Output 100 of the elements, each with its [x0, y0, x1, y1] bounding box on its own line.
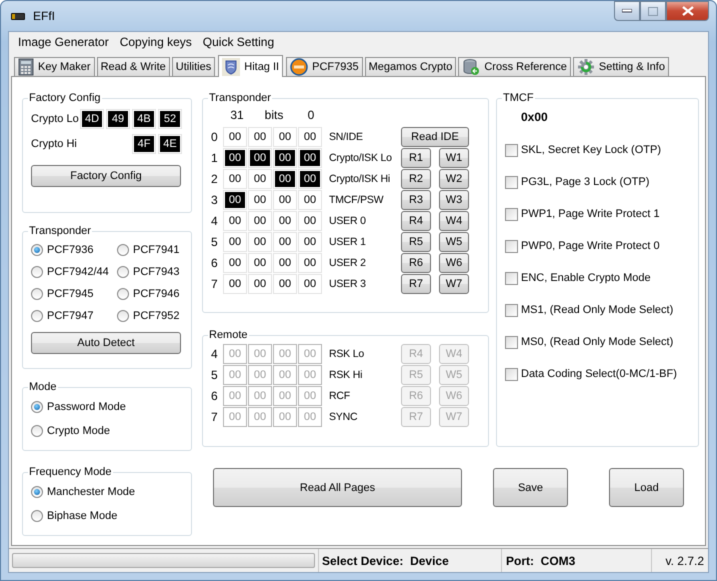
- read-button[interactable]: Read IDE: [401, 126, 469, 146]
- write-button[interactable]: W5: [439, 232, 469, 252]
- read-button[interactable]: R5: [401, 232, 431, 252]
- read-button[interactable]: R2: [401, 168, 431, 188]
- checkbox-option[interactable]: PWP0, Page Write Protect 0: [505, 230, 690, 262]
- read-button[interactable]: R7: [401, 274, 431, 294]
- radio-option[interactable]: PCF7941: [117, 239, 183, 261]
- byte-field[interactable]: 00: [273, 232, 297, 252]
- checkbox-option[interactable]: PWP1, Page Write Protect 1: [505, 198, 690, 230]
- byte-field[interactable]: 00: [223, 148, 247, 168]
- radio-option[interactable]: PCF7946: [117, 283, 183, 305]
- byte-field[interactable]: 00: [298, 126, 322, 146]
- tab[interactable]: Cross Reference: [458, 57, 571, 76]
- radio-option[interactable]: Manchester Mode: [31, 480, 183, 504]
- byte-field[interactable]: 00: [248, 168, 272, 188]
- byte-field[interactable]: 00: [248, 232, 272, 252]
- checkbox-option[interactable]: MS0, (Read Only Mode Select): [505, 326, 690, 358]
- write-button[interactable]: W3: [439, 190, 469, 210]
- load-button[interactable]: Load: [609, 468, 684, 507]
- checkbox[interactable]: [505, 272, 518, 284]
- byte-field[interactable]: 00: [248, 274, 272, 294]
- checkbox[interactable]: [505, 176, 518, 188]
- checkbox[interactable]: [505, 336, 518, 348]
- menu-item[interactable]: Copying keys: [120, 35, 192, 54]
- byte-field[interactable]: 00: [298, 148, 322, 168]
- radio-option[interactable]: Crypto Mode: [31, 419, 183, 443]
- close-button[interactable]: [666, 1, 709, 21]
- byte-field[interactable]: 00: [223, 190, 247, 210]
- byte-field[interactable]: 00: [298, 168, 322, 188]
- byte-field[interactable]: 00: [273, 190, 297, 210]
- byte-field[interactable]: 00: [248, 210, 272, 230]
- checkbox-option[interactable]: MS1, (Read Only Mode Select): [505, 294, 690, 326]
- radio-option[interactable]: PCF7943: [117, 261, 183, 283]
- radio-button[interactable]: [31, 310, 43, 322]
- read-button[interactable]: R1: [401, 148, 431, 168]
- radio-button[interactable]: [31, 425, 43, 437]
- read-button[interactable]: R4: [401, 210, 431, 230]
- byte-field[interactable]: 00: [273, 148, 297, 168]
- radio-option[interactable]: PCF7952: [117, 305, 183, 327]
- minimize-button[interactable]: [614, 1, 640, 21]
- checkbox[interactable]: [505, 240, 518, 252]
- radio-button[interactable]: [31, 401, 43, 413]
- byte-field[interactable]: 00: [298, 252, 322, 272]
- tab[interactable]: Utilities: [172, 57, 216, 76]
- byte-field[interactable]: 4D: [80, 108, 104, 128]
- menu-item[interactable]: Quick Setting: [202, 35, 274, 54]
- factory-config-button[interactable]: Factory Config: [31, 165, 181, 187]
- write-button[interactable]: W7: [439, 274, 469, 294]
- radio-button[interactable]: [117, 288, 129, 300]
- checkbox[interactable]: [505, 144, 518, 156]
- radio-option[interactable]: PCF7945: [31, 283, 117, 305]
- checkbox[interactable]: [505, 368, 518, 380]
- tab[interactable]: PCF7935: [286, 57, 363, 76]
- byte-field[interactable]: 00: [273, 126, 297, 146]
- byte-field[interactable]: 52: [158, 108, 182, 128]
- byte-field[interactable]: 00: [223, 232, 247, 252]
- save-button[interactable]: Save: [493, 468, 568, 507]
- radio-option[interactable]: Password Mode: [31, 395, 183, 419]
- write-button[interactable]: W2: [439, 168, 469, 188]
- tab[interactable]: Megamos Crypto: [364, 57, 456, 76]
- read-button[interactable]: R3: [401, 190, 431, 210]
- byte-field[interactable]: 00: [298, 232, 322, 252]
- radio-button[interactable]: [31, 510, 43, 522]
- write-button[interactable]: W1: [439, 148, 469, 168]
- write-button[interactable]: W4: [439, 210, 469, 230]
- radio-button[interactable]: [117, 266, 129, 278]
- byte-field[interactable]: 00: [248, 126, 272, 146]
- byte-field[interactable]: 4B: [132, 108, 156, 128]
- byte-field[interactable]: 00: [273, 252, 297, 272]
- radio-button[interactable]: [31, 244, 43, 256]
- menu-item[interactable]: Image Generator: [18, 35, 109, 54]
- radio-option[interactable]: PCF7936: [31, 239, 117, 261]
- radio-button[interactable]: [31, 266, 43, 278]
- byte-field[interactable]: 00: [298, 190, 322, 210]
- read-button[interactable]: R6: [401, 252, 431, 272]
- checkbox[interactable]: [505, 208, 518, 220]
- byte-field[interactable]: 00: [223, 168, 247, 188]
- auto-detect-button[interactable]: Auto Detect: [31, 332, 181, 354]
- radio-option[interactable]: PCF7947: [31, 305, 117, 327]
- radio-button[interactable]: [117, 310, 129, 322]
- byte-field[interactable]: 00: [298, 274, 322, 294]
- byte-field[interactable]: 00: [223, 274, 247, 294]
- radio-option[interactable]: Biphase Mode: [31, 504, 183, 528]
- byte-field[interactable]: 00: [223, 126, 247, 146]
- byte-field[interactable]: 00: [223, 252, 247, 272]
- byte-field[interactable]: 00: [223, 210, 247, 230]
- checkbox-option[interactable]: SKL, Secret Key Lock (OTP): [505, 134, 690, 166]
- radio-option[interactable]: PCF7942/44: [31, 261, 117, 283]
- checkbox-option[interactable]: Data Coding Select(0-MC/1-BF): [505, 358, 690, 390]
- radio-button[interactable]: [117, 244, 129, 256]
- byte-field[interactable]: 00: [273, 210, 297, 230]
- byte-field[interactable]: 00: [248, 190, 272, 210]
- checkbox[interactable]: [505, 304, 518, 316]
- checkbox-option[interactable]: ENC, Enable Crypto Mode: [505, 262, 690, 294]
- byte-field[interactable]: 49: [106, 108, 130, 128]
- byte-field[interactable]: 00: [298, 210, 322, 230]
- write-button[interactable]: W6: [439, 252, 469, 272]
- checkbox-option[interactable]: PG3L, Page 3 Lock (OTP): [505, 166, 690, 198]
- tab[interactable]: Key Maker: [14, 57, 95, 76]
- byte-field[interactable]: 00: [273, 274, 297, 294]
